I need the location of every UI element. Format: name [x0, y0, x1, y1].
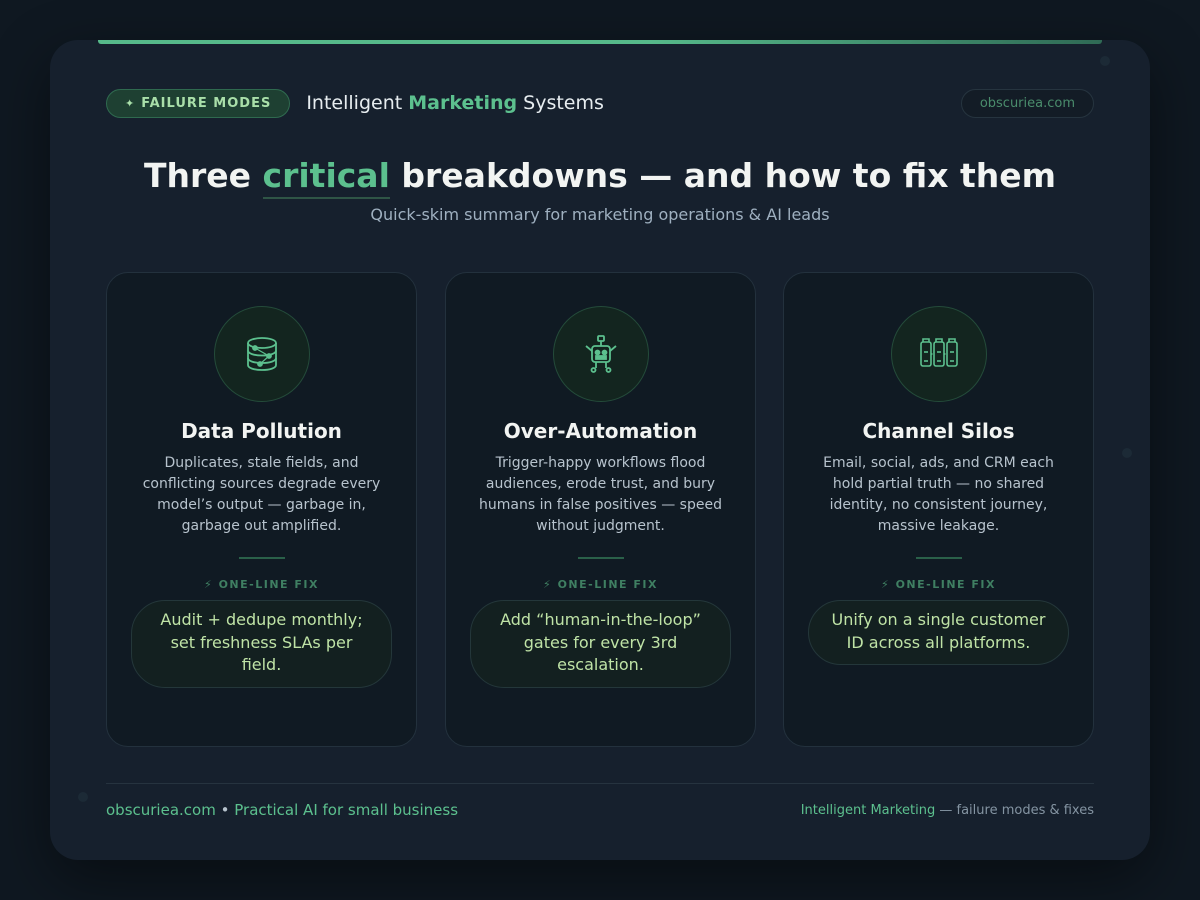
decorative-dot	[1122, 448, 1132, 458]
footer-left: obscuriea.com • Practical AI for small b…	[106, 801, 458, 819]
cards-row: Data Pollution Duplicates, stale fields,…	[106, 272, 1094, 747]
icon-badge	[891, 306, 987, 402]
footer-site-link[interactable]: obscuriea.com	[106, 801, 216, 819]
card-data-pollution: Data Pollution Duplicates, stale fields,…	[106, 272, 417, 747]
card-description: Email, social, ads, and CRM each hold pa…	[823, 455, 1054, 534]
decorative-dot	[1100, 56, 1110, 66]
fix-label: ⚡ ONE-LINE FIX	[881, 578, 996, 591]
card-title: Over-Automation	[503, 419, 698, 443]
decorative-dot	[78, 792, 88, 802]
failure-modes-badge: ✦ FAILURE MODES	[106, 88, 291, 118]
header: ✦ FAILURE MODES Intelligent Marketing Sy…	[106, 88, 1094, 118]
icon-badge	[214, 306, 310, 402]
card-description: Duplicates, stale fields, and conflictin…	[142, 455, 381, 534]
sparkle-icon: ✦	[125, 96, 136, 110]
brand-prefix: Intelligent	[306, 92, 403, 114]
slide-panel: ✦ FAILURE MODES Intelligent Marketing Sy…	[50, 40, 1150, 860]
card-divider	[916, 557, 962, 559]
database-icon	[247, 337, 277, 371]
silos-icon	[920, 338, 958, 367]
brand-accent: Marketing	[408, 92, 518, 114]
footer-divider	[106, 783, 1094, 784]
fix-callout: Audit + dedupe monthly; set freshness SL…	[131, 600, 392, 688]
robot-icon	[585, 335, 617, 373]
page-subtitle: Quick-skim summary for marketing operati…	[370, 205, 830, 224]
fix-callout: Unify on a single customer ID across all…	[808, 600, 1069, 665]
card-channel-silos: Channel Silos Email, social, ads, and CR…	[783, 272, 1094, 747]
icon-badge	[553, 306, 649, 402]
card-divider	[239, 557, 285, 559]
footer-right-text: — failure modes & fixes	[939, 803, 1094, 818]
fix-label: ⚡ ONE-LINE FIX	[204, 578, 319, 591]
brand-title: Intelligent Marketing Systems	[306, 92, 604, 114]
fix-callout: Add “human-in-the-loop” gates for every …	[470, 600, 731, 688]
card-description: Trigger-happy workflows flood audiences,…	[479, 455, 722, 534]
footer-tagline: Practical AI for small business	[234, 801, 459, 819]
page-title: Three critical breakdowns — and how to f…	[50, 156, 1150, 199]
brand-suffix: Systems	[523, 92, 604, 114]
card-divider	[578, 557, 624, 559]
card-title: Channel Silos	[862, 419, 1015, 443]
card-over-automation: Over-Automation Trigger-happy workflows …	[445, 272, 756, 747]
title-accent: critical	[262, 156, 390, 199]
top-accent-bar	[98, 40, 1102, 44]
fix-label: ⚡ ONE-LINE FIX	[543, 578, 658, 591]
title-suffix: breakdowns — and how to fix them	[401, 156, 1057, 195]
footer-right: Intelligent Marketing — failure modes & …	[801, 803, 1094, 818]
site-link[interactable]: obscuriea.com	[960, 88, 1094, 118]
card-title: Data Pollution	[181, 419, 342, 443]
footer-right-accent: Intelligent Marketing	[800, 803, 936, 818]
title-prefix: Three	[143, 156, 252, 195]
footer-separator: •	[220, 801, 230, 819]
badge-label: FAILURE MODES	[141, 95, 272, 111]
